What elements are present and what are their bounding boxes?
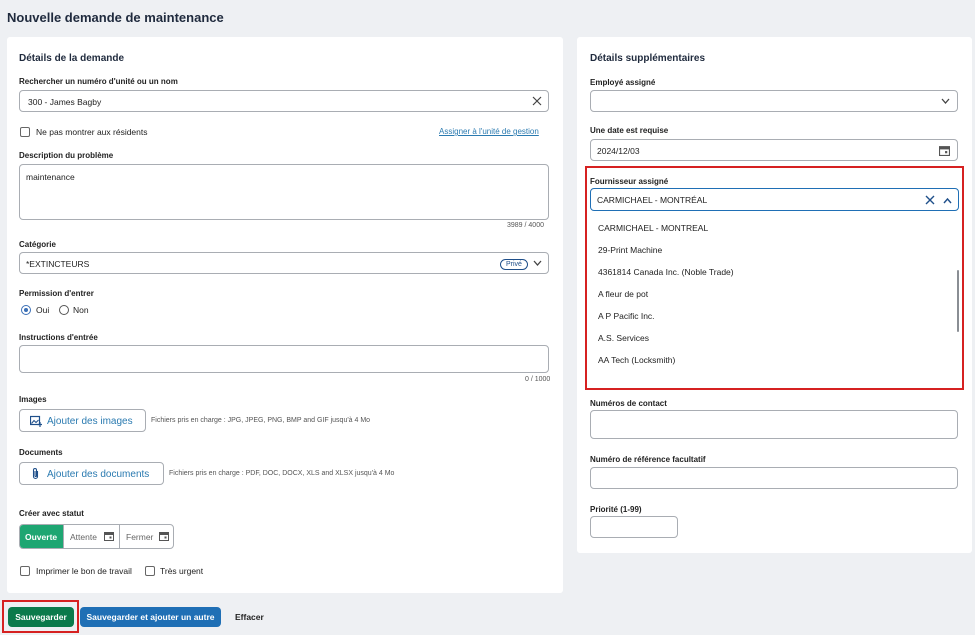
vendor-option[interactable]: 29-Print Machine — [598, 245, 662, 255]
dropdown-scrollbar[interactable] — [957, 270, 959, 332]
add-documents-label: Ajouter des documents — [47, 469, 150, 480]
instructions-counter: 0 / 1000 — [525, 376, 551, 383]
hide-from-residents-checkbox[interactable] — [20, 127, 30, 137]
unit-search-value: 300 - James Bagby — [28, 97, 102, 107]
assign-management-unit-link[interactable]: Assigner à l'unité de gestion — [439, 127, 539, 136]
very-urgent-label: Très urgent — [160, 566, 204, 576]
reference-number-input[interactable] — [590, 467, 958, 489]
page-title: Nouvelle demande de maintenance — [7, 10, 224, 25]
additional-details-title: Détails supplémentaires — [590, 53, 706, 64]
employee-select[interactable] — [590, 90, 958, 112]
priority-label: Priorité (1-99) — [590, 505, 642, 514]
entry-instructions-textarea[interactable] — [19, 345, 549, 373]
priority-input[interactable] — [590, 516, 678, 538]
very-urgent-checkbox[interactable] — [145, 566, 155, 576]
category-value: *EXTINCTEURS — [26, 259, 90, 269]
documents-hint: Fichiers pris en charge : PDF, DOC, DOCX… — [169, 470, 395, 477]
save-label: Sauvegarder — [15, 612, 67, 622]
description-label: Description du problème — [19, 151, 114, 160]
calendar-icon — [159, 532, 169, 541]
vendor-label: Fournisseur assigné — [590, 177, 669, 186]
date-label: Une date est requise — [590, 126, 669, 135]
vendor-option[interactable]: AA Tech (Locksmith) — [598, 355, 675, 365]
hide-from-residents-label: Ne pas montrer aux résidents — [36, 127, 148, 137]
status-open-label: Ouverte — [25, 532, 58, 542]
images-hint: Fichiers pris en charge : JPG, JPEG, PNG… — [151, 417, 371, 424]
vendor-dropdown-list: CARMICHAEL - MONTREAL 29-Print Machine 4… — [588, 214, 961, 384]
calendar-icon — [104, 532, 114, 541]
vendor-select[interactable]: CARMICHAEL - MONTRÉAL — [590, 188, 959, 211]
documents-label: Documents — [19, 448, 63, 457]
clear-icon[interactable] — [532, 96, 542, 106]
date-value: 2024/12/03 — [597, 146, 640, 156]
status-wait-label: Attente — [70, 532, 97, 542]
permission-no-label: Non — [73, 305, 89, 315]
paperclip-icon — [32, 468, 39, 480]
print-work-order-label: Imprimer le bon de travail — [36, 566, 132, 576]
request-details-title: Détails de la demande — [19, 53, 125, 64]
request-details-card: Détails de la demande Rechercher un numé… — [7, 37, 563, 593]
status-segmented-control: Ouverte Attente Fermer — [19, 524, 174, 549]
contact-numbers-input[interactable] — [590, 410, 958, 439]
save-and-add-button[interactable]: Sauvegarder et ajouter un autre — [80, 607, 221, 627]
save-button[interactable]: Sauvegarder — [8, 607, 74, 627]
reference-number-label: Numéro de référence facultatif — [590, 455, 706, 464]
vendor-value: CARMICHAEL - MONTRÉAL — [597, 195, 708, 205]
vendor-option[interactable]: A.S. Services — [598, 333, 649, 343]
permission-yes-radio[interactable] — [21, 305, 31, 315]
permission-label: Permission d'entrer — [19, 289, 94, 298]
description-textarea[interactable]: maintenance — [19, 164, 549, 220]
vendor-option[interactable]: A P Pacific Inc. — [598, 311, 655, 321]
add-images-button[interactable]: Ajouter des images — [19, 409, 146, 432]
status-wait-option[interactable]: Attente — [63, 525, 119, 548]
description-counter: 3989 / 4000 — [507, 222, 544, 229]
chevron-down-icon — [941, 98, 950, 104]
add-images-label: Ajouter des images — [47, 416, 133, 427]
vendor-option[interactable]: A fleur de pot — [598, 289, 648, 299]
unit-search-input[interactable]: 300 - James Bagby — [19, 90, 549, 112]
status-close-label: Fermer — [126, 532, 154, 542]
category-label: Catégorie — [19, 240, 56, 249]
vendor-option[interactable]: 4361814 Canada Inc. (Noble Trade) — [598, 267, 734, 277]
status-label: Créer avec statut — [19, 509, 84, 518]
employee-label: Employé assigné — [590, 78, 656, 87]
chevron-up-icon[interactable] — [943, 197, 952, 204]
vendor-highlight-box: Fournisseur assigné CARMICHAEL - MONTRÉA… — [585, 166, 964, 390]
permission-yes-label: Oui — [36, 305, 50, 315]
status-open-option[interactable]: Ouverte — [20, 525, 63, 548]
vendor-option[interactable]: CARMICHAEL - MONTREAL — [598, 223, 708, 233]
images-label: Images — [19, 395, 47, 404]
print-work-order-checkbox[interactable] — [20, 566, 30, 576]
permission-no-radio[interactable] — [59, 305, 69, 315]
private-badge: Privé — [500, 259, 528, 270]
clear-button[interactable]: Effacer — [235, 612, 264, 622]
category-select[interactable]: *EXTINCTEURS Privé — [19, 252, 549, 274]
date-input[interactable]: 2024/12/03 — [590, 139, 958, 161]
calendar-icon[interactable] — [939, 145, 950, 156]
add-documents-button[interactable]: Ajouter des documents — [19, 462, 164, 485]
clear-icon[interactable] — [925, 195, 935, 205]
contact-numbers-label: Numéros de contact — [590, 399, 667, 408]
status-close-option[interactable]: Fermer — [119, 525, 173, 548]
save-and-add-label: Sauvegarder et ajouter un autre — [86, 612, 215, 622]
add-image-icon — [30, 415, 42, 427]
entry-instructions-label: Instructions d'entrée — [19, 333, 98, 342]
search-label: Rechercher un numéro d'unité ou un nom — [19, 77, 178, 86]
chevron-down-icon — [533, 260, 542, 266]
description-value: maintenance — [26, 172, 75, 182]
